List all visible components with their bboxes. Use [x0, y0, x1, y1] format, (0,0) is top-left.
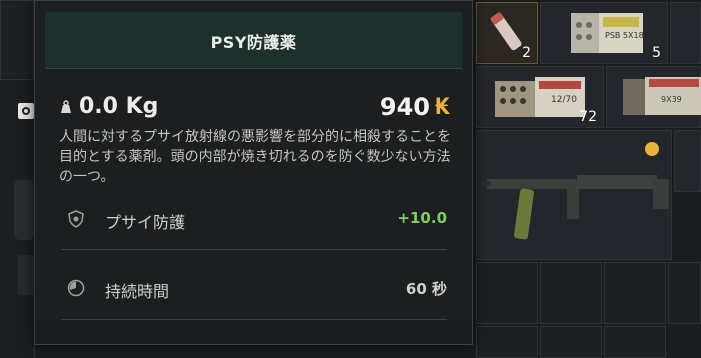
character-silhouette	[14, 180, 34, 240]
inventory-slot-lower-7[interactable]	[604, 326, 666, 358]
stat-divider	[61, 249, 447, 250]
inventory-slot-ammo-12x70[interactable]: 12/70 72	[476, 66, 604, 128]
stat-label: 持続時間	[105, 282, 170, 301]
inventory-slot-ammo-9x39[interactable]: 9X39	[606, 66, 701, 128]
item-weight: 0.0 Kg	[79, 94, 159, 119]
stat-row-duration: 持続時間 60 秒	[61, 268, 447, 308]
inventory-slot-lower-6[interactable]	[540, 326, 602, 358]
stat-value: +10.0	[397, 209, 447, 227]
tooltip-footer	[35, 322, 472, 344]
inventory-slot-ammo-5x18[interactable]: PSB 5X18 5	[540, 2, 668, 64]
rifle-icon	[482, 175, 669, 240]
stat-label: プサイ防護	[105, 213, 186, 232]
item-tooltip: PSY防護薬 0.0 Kg 940 ₭ 人間に対するプサイ放射線の悪影響を部分的…	[34, 0, 473, 345]
inventory-slot-rifle[interactable]	[476, 130, 672, 260]
slot-count: 5	[652, 45, 661, 61]
item-price: 940	[379, 93, 430, 121]
tooltip-title: PSY防護薬	[210, 33, 297, 52]
inventory-slot-topleft[interactable]	[0, 0, 34, 80]
currency-icon: ₭	[434, 95, 450, 120]
slot-count: 2	[522, 45, 531, 61]
stat-row-psy-protection: プサイ防護 +10.0	[61, 199, 447, 239]
inventory-slot-lower-4[interactable]	[668, 262, 701, 324]
ammo-box-icon	[623, 77, 701, 115]
inventory-slot-smoke-grenade[interactable]: 2	[476, 2, 538, 64]
inventory-slot-lower-2[interactable]	[540, 262, 602, 324]
inventory-slot-lower-5[interactable]	[476, 326, 538, 358]
favorite-badge-icon	[645, 142, 659, 156]
settings-icon[interactable]	[18, 103, 34, 119]
slot-count: 72	[579, 109, 597, 125]
inventory-slot-lower-1[interactable]	[476, 262, 538, 324]
tooltip-header: PSY防護薬	[45, 12, 462, 69]
ammo-box-label: PSB 5X18	[605, 31, 644, 40]
character-legs	[18, 255, 34, 295]
weight-icon	[61, 100, 71, 113]
item-description: 人間に対するプサイ放射線の悪影響を部分的に相殺することを目的とする薬剤。頭の内部…	[59, 129, 451, 185]
clock-icon	[67, 279, 85, 297]
weight-price-row: 0.0 Kg 940 ₭	[57, 91, 452, 123]
inventory-slot-edge-mid[interactable]	[674, 130, 701, 192]
inventory-slot-lower-3[interactable]	[604, 262, 666, 324]
inventory-slot-edge-top[interactable]	[670, 2, 701, 64]
psy-shield-icon	[68, 210, 84, 228]
ammo-box-label: 12/70	[551, 95, 577, 105]
stat-value: 60 秒	[405, 280, 447, 298]
stat-divider	[61, 319, 447, 320]
ammo-box-label: 9X39	[661, 95, 682, 104]
